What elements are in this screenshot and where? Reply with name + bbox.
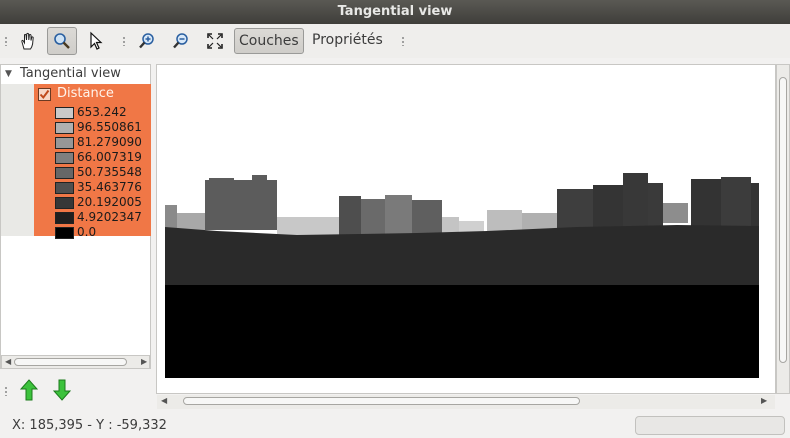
cursor-coordinates: X: 185,395 - Y : -59,332 [12,418,167,433]
legend-label: 96.550861 [77,120,142,134]
properties-toggle-button[interactable]: Propriétés [308,28,387,54]
legend-swatch [55,212,74,224]
tree-indent [1,84,34,236]
tree-root-item[interactable]: ▼ Tangential view [1,65,151,84]
legend-label: 4.9202347 [77,210,142,224]
legend-label: 50.735548 [77,165,142,179]
canvas-horizontal-scrollbar[interactable]: ◀ ▶ [157,395,775,409]
toolbar-grip[interactable] [4,36,8,46]
legend-swatch [55,122,74,134]
foreground-band [165,285,759,378]
legend-label: 81.279090 [77,135,142,149]
legend-swatch [55,227,74,239]
legend-swatch [55,152,74,164]
scrollbar-thumb[interactable] [779,77,787,363]
green-arrow-up-icon [20,379,38,401]
zoom-out-button[interactable] [167,28,195,54]
layer-highlight[interactable]: Distance 653.242 96.550861 81.279090 66.007… [34,84,151,239]
layer-panel-horizontal-scrollbar[interactable]: ◀ ▶ [1,355,150,369]
layer-order-toolbar [0,373,151,407]
ground-band [165,225,759,285]
pan-button[interactable] [14,28,42,54]
status-bar: X: 185,395 - Y : -59,332 [0,412,790,438]
skyline-raster [165,72,759,378]
green-arrow-down-icon [53,379,71,401]
zoom-tool-button[interactable] [47,27,77,55]
legend-swatch [55,137,74,149]
scroll-left-arrow-icon[interactable]: ◀ [161,396,167,405]
legend-label: 0.0 [77,225,97,239]
status-progress-field [635,416,785,435]
legend-label: 35.463776 [77,180,142,194]
toolbar-end-grip [401,36,405,46]
legend-label: 653.242 [77,105,127,119]
scroll-left-arrow-icon[interactable]: ◀ [5,357,11,366]
scroll-right-arrow-icon[interactable]: ▶ [141,357,147,366]
zoom-extent-icon [207,33,223,49]
scroll-right-arrow-icon[interactable]: ▶ [761,396,767,405]
zoom-full-extent-button[interactable] [201,28,229,54]
zoom-out-icon [173,33,188,49]
legend-swatch [55,182,74,194]
scrollbar-thumb[interactable] [183,397,580,405]
pointer-arrow-icon [90,31,103,50]
layer-tree-panel: ▼ Tangential view Distance 653.242 96.550… [0,64,151,369]
map-toolbar: Couches Propriétés [0,24,790,58]
layer-name: Distance [57,86,114,101]
legend-label: 66.007319 [77,150,142,164]
toolbar-separator-grip [122,36,126,46]
toolbar-grip [4,386,8,396]
zoom-in-icon [139,33,154,49]
window-title: Tangential view [0,0,790,24]
tangential-view-canvas[interactable]: ◀ ▶ [156,64,776,409]
move-layer-up-button[interactable] [15,377,43,403]
expand-arrow-icon[interactable]: ▼ [5,69,12,79]
select-button[interactable] [82,28,110,54]
legend-swatch [55,107,74,119]
legend-swatch [55,197,74,209]
magnifier-icon [54,33,70,49]
layers-toggle-button[interactable]: Couches [234,28,304,54]
zoom-in-button[interactable] [133,28,161,54]
legend-label: 20.192005 [77,195,142,209]
hand-pan-icon [21,32,34,50]
canvas-vertical-scrollbar[interactable] [776,64,790,394]
layer-item-distance[interactable]: Distance 653.242 96.550861 81.279090 66.007… [1,84,151,239]
checkmark-icon [39,89,50,100]
scrollbar-thumb[interactable] [14,358,127,366]
legend-swatch [55,167,74,179]
move-layer-down-button[interactable] [48,377,76,403]
tree-root-label: Tangential view [20,66,121,81]
layer-visibility-checkbox[interactable] [38,88,51,101]
